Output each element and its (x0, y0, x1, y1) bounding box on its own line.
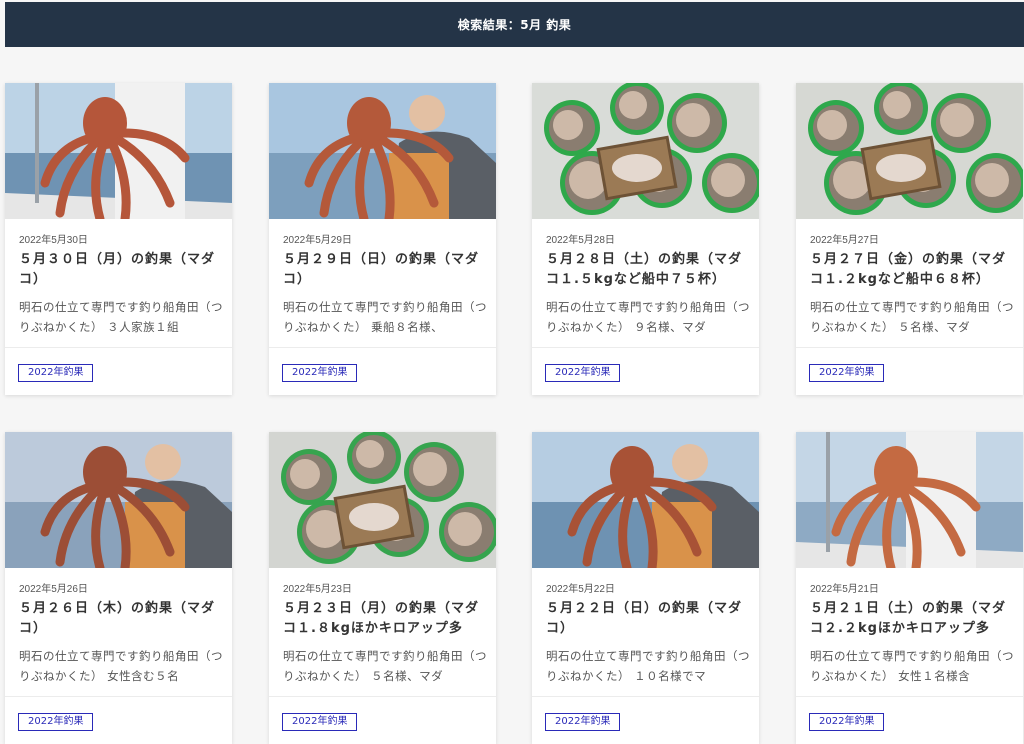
card-date: 2022年5月29日 (283, 235, 352, 246)
category-tag[interactable]: 2022年釣果 (282, 713, 358, 731)
card-thumbnail[interactable] (532, 432, 759, 568)
result-card[interactable]: 2022年5月23日 ５月２３日（月）の釣果（マダコ１.８kgほかキロアップ多明石… (269, 432, 496, 744)
card-excerpt: 明石の仕立て専門です釣り船角田（つりぶねかくた） 乗船８名様、 (283, 300, 487, 334)
octopus-held-on-boat-icon (796, 432, 1023, 568)
angler-holding-octopus-icon (269, 83, 496, 219)
card-title-link[interactable]: ５月２８日（土）の釣果（マダコ１.５kgなど船中７５杯） (546, 250, 748, 290)
angler-holding-octopus-icon (532, 432, 759, 568)
card-title-link[interactable]: ５月３０日（月）の釣果（マダコ） (19, 250, 221, 290)
card-divider (5, 696, 232, 697)
card-date: 2022年5月23日 (283, 584, 352, 595)
card-excerpt: 明石の仕立て専門です釣り船角田（つりぶねかくた） ９名様、マダ (546, 300, 750, 334)
octopus-held-on-boat-icon (5, 83, 232, 219)
card-divider (5, 347, 232, 348)
card-divider (796, 696, 1023, 697)
card-title-link[interactable]: ５月２６日（木）の釣果（マダコ） (19, 599, 221, 639)
result-card[interactable]: 2022年5月29日 ５月２９日（日）の釣果（マダコ） 明石の仕立て専門です釣り船角… (269, 83, 496, 395)
card-excerpt: 明石の仕立て専門です釣り船角田（つりぶねかくた） 女性含む５名 (19, 649, 223, 683)
card-thumbnail[interactable] (796, 432, 1023, 568)
card-thumbnail[interactable] (269, 432, 496, 568)
result-card[interactable]: 2022年5月30日 ５月３０日（月）の釣果（マダコ） 明石の仕立て専門です釣り船角… (5, 83, 232, 395)
card-excerpt: 明石の仕立て専門です釣り船角田（つりぶねかくた） １０名様でマ (546, 649, 750, 683)
card-date: 2022年5月28日 (546, 235, 615, 246)
category-tag[interactable]: 2022年釣果 (282, 364, 358, 382)
card-divider (796, 347, 1023, 348)
search-results-header: 検索結果：5月 釣果 (5, 2, 1024, 47)
result-card[interactable]: 2022年5月21日 ５月２１日（土）の釣果（マダコ２.２kgほかキロアップ多明石… (796, 432, 1023, 744)
card-date: 2022年5月30日 (19, 235, 88, 246)
card-thumbnail[interactable] (269, 83, 496, 219)
category-tag[interactable]: 2022年釣果 (809, 713, 885, 731)
result-card[interactable]: 2022年5月22日 ５月２２日（日）の釣果（マダコ） 明石の仕立て専門です釣り船角… (532, 432, 759, 744)
card-divider (532, 347, 759, 348)
card-excerpt: 明石の仕立て専門です釣り船角田（つりぶねかくた） ５名様、マダ (810, 300, 1014, 334)
card-thumbnail[interactable] (532, 83, 759, 219)
card-divider (532, 696, 759, 697)
card-title-link[interactable]: ５月２２日（日）の釣果（マダコ） (546, 599, 748, 639)
card-date: 2022年5月26日 (19, 584, 88, 595)
card-thumbnail[interactable] (5, 83, 232, 219)
card-divider (269, 347, 496, 348)
card-title-link[interactable]: ５月２１日（土）の釣果（マダコ２.２kgほかキロアップ多 (810, 599, 1012, 639)
category-tag[interactable]: 2022年釣果 (545, 364, 621, 382)
result-card[interactable]: 2022年5月27日 ５月２７日（金）の釣果（マダコ１.２kgなど船中６８杯） 明石… (796, 83, 1023, 395)
card-date: 2022年5月22日 (546, 584, 615, 595)
category-tag[interactable]: 2022年釣果 (809, 364, 885, 382)
buckets-of-octopus-icon (269, 432, 496, 568)
category-tag[interactable]: 2022年釣果 (18, 364, 94, 382)
result-card[interactable]: 2022年5月28日 ５月２８日（土）の釣果（マダコ１.５kgなど船中７５杯） 明石… (532, 83, 759, 395)
card-title-link[interactable]: ５月２７日（金）の釣果（マダコ１.２kgなど船中６８杯） (810, 250, 1012, 290)
category-tag[interactable]: 2022年釣果 (18, 713, 94, 731)
card-excerpt: 明石の仕立て専門です釣り船角田（つりぶねかくた） ３人家族１組 (19, 300, 223, 334)
card-title-link[interactable]: ５月２９日（日）の釣果（マダコ） (283, 250, 485, 290)
card-date: 2022年5月27日 (810, 235, 879, 246)
card-date: 2022年5月21日 (810, 584, 879, 595)
category-tag[interactable]: 2022年釣果 (545, 713, 621, 731)
card-excerpt: 明石の仕立て専門です釣り船角田（つりぶねかくた） ５名様、マダ (283, 649, 487, 683)
result-card[interactable]: 2022年5月26日 ５月２６日（木）の釣果（マダコ） 明石の仕立て専門です釣り船角… (5, 432, 232, 744)
buckets-of-octopus-icon (796, 83, 1023, 219)
card-divider (269, 696, 496, 697)
card-thumbnail[interactable] (796, 83, 1023, 219)
card-title-link[interactable]: ５月２３日（月）の釣果（マダコ１.８kgほかキロアップ多 (283, 599, 485, 639)
search-results-title: 検索結果：5月 釣果 (457, 18, 572, 32)
card-excerpt: 明石の仕立て専門です釣り船角田（つりぶねかくた） 女性１名様含 (810, 649, 1014, 683)
angler-holding-octopus-icon (5, 432, 232, 568)
card-thumbnail[interactable] (5, 432, 232, 568)
buckets-of-octopus-icon (532, 83, 759, 219)
